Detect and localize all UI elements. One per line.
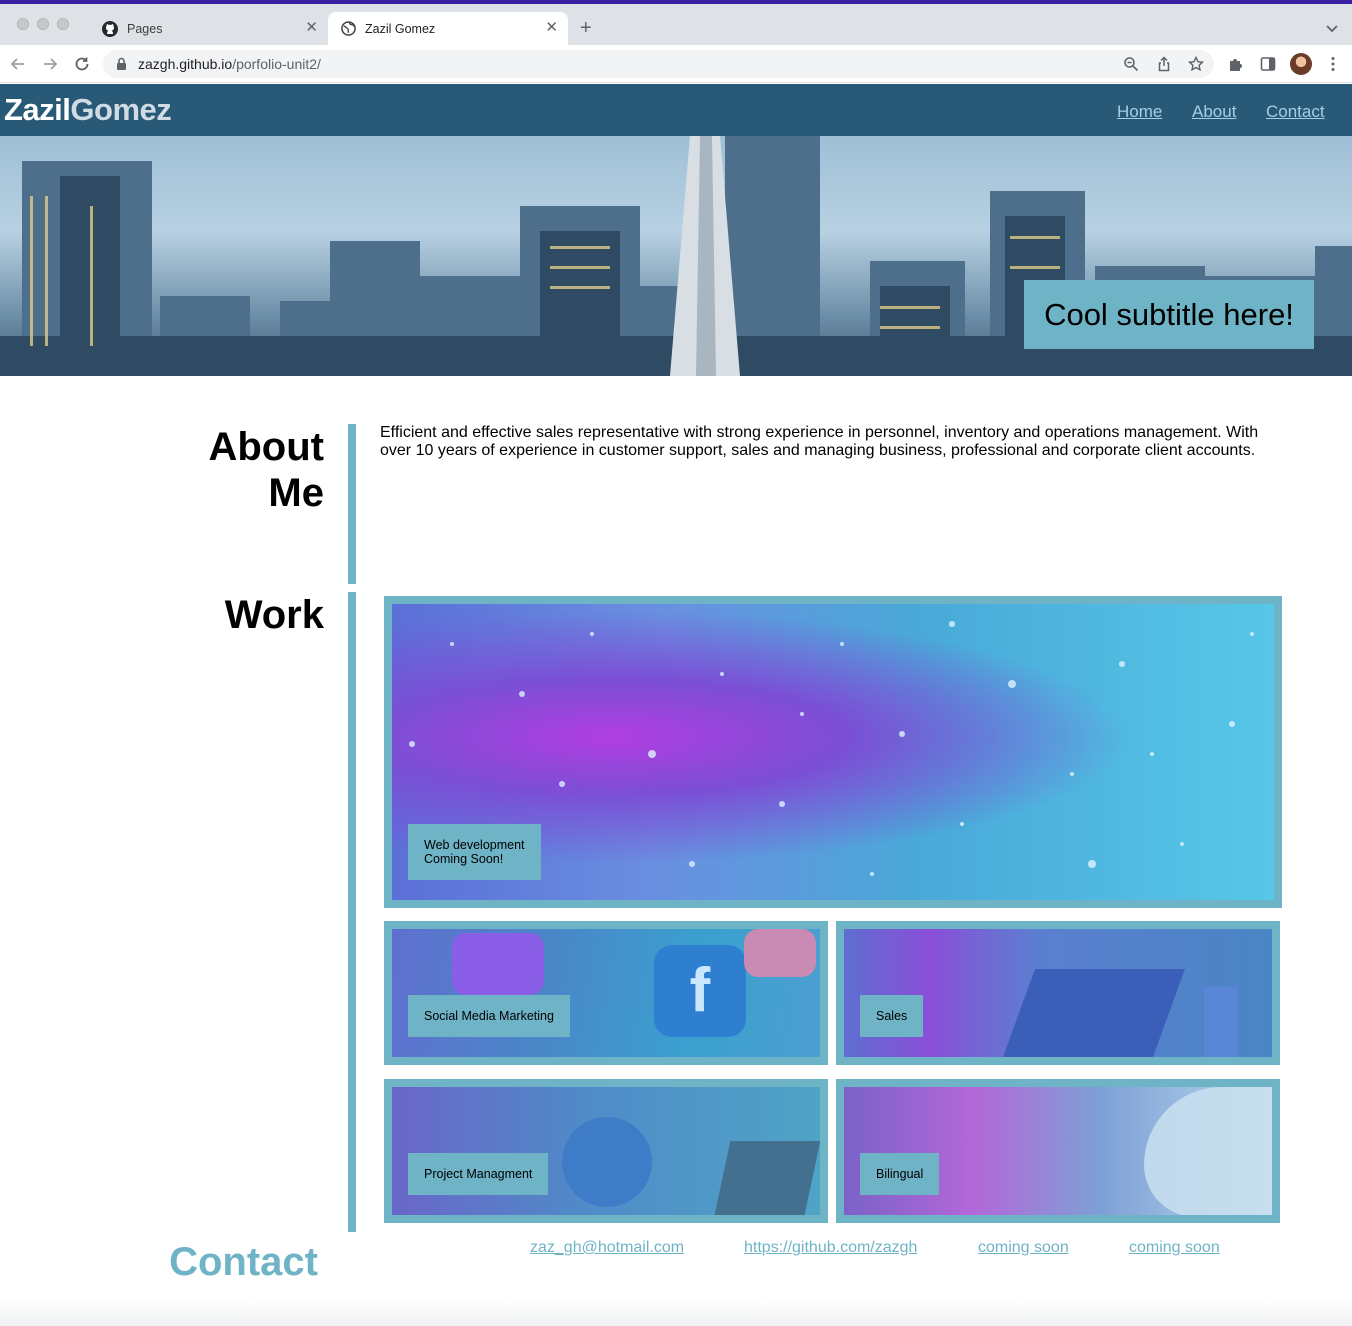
brand-last-name: Gomez <box>70 92 172 127</box>
url-path: /porfolio-unit2/ <box>232 56 321 72</box>
close-tab-icon[interactable]: ✕ <box>305 20 318 36</box>
bookmark-star-icon[interactable] <box>1187 55 1205 72</box>
tab-bar: Pages ✕ Zazil Gomez ✕ + <box>0 4 1352 45</box>
contact-email-link[interactable]: zaz_gh@hotmail.com <box>530 1239 684 1257</box>
url-text[interactable]: zazgh.github.io/porfolio-unit2/ <box>138 56 321 72</box>
globe-illustration <box>562 1117 652 1207</box>
lock-icon[interactable] <box>116 57 127 76</box>
site-header: ZazilGomez Home About Contact <box>0 84 1352 136</box>
social-media-label: Social Media Marketing <box>408 995 570 1037</box>
page-bottom-edge <box>0 1300 1352 1326</box>
facebook-app-icon: f <box>654 945 746 1037</box>
github-icon <box>102 20 118 37</box>
work-card-sales[interactable]: Sales <box>836 921 1280 1065</box>
window-close-control[interactable] <box>17 18 29 30</box>
hand-illustration <box>1144 1087 1272 1215</box>
window-minimize-control[interactable] <box>37 18 49 30</box>
contact-section-title: Contact <box>169 1240 318 1284</box>
about-description: Efficient and effective sales representa… <box>380 424 1259 459</box>
tab-title: Pages <box>127 21 163 36</box>
extensions-puzzle-icon[interactable] <box>1227 55 1245 73</box>
web-development-label: Web development Coming Soon! <box>408 824 541 880</box>
youtube-app-icon <box>744 929 816 977</box>
tab-zazil-gomez[interactable]: Zazil Gomez ✕ <box>328 12 568 45</box>
work-card-bilingual[interactable]: Bilingual <box>836 1079 1280 1223</box>
sales-image <box>844 929 1272 1057</box>
work-divider-bar <box>348 592 356 1232</box>
contact-placeholder-link-2[interactable]: coming soon <box>1129 1239 1220 1257</box>
about-title-line2: Me <box>268 471 324 515</box>
window-zoom-control[interactable] <box>57 18 69 30</box>
nav-link-home[interactable]: Home <box>1117 102 1162 122</box>
back-arrow-icon[interactable] <box>9 55 27 73</box>
work-card-featured[interactable]: Web development Coming Soon! <box>384 596 1282 908</box>
address-bar[interactable]: zazgh.github.io/porfolio-unit2/ <box>103 50 1214 78</box>
bilingual-image <box>844 1087 1272 1215</box>
url-host: zazgh.github.io <box>138 56 233 72</box>
close-tab-icon[interactable]: ✕ <box>545 20 558 36</box>
forward-arrow-icon[interactable] <box>41 55 59 73</box>
project-management-label: Project Managment <box>408 1153 549 1195</box>
about-title-line1: About <box>208 425 324 469</box>
brand-logo[interactable]: ZazilGomez <box>4 92 172 128</box>
new-tab-icon[interactable]: + <box>580 17 592 39</box>
data-center-illustration <box>1002 969 1186 1057</box>
hero-subtitle: Cool subtitle here! <box>1024 280 1314 349</box>
zoom-icon[interactable] <box>1123 56 1139 72</box>
chevron-down-icon[interactable] <box>1326 20 1338 38</box>
work-section-title: Work <box>224 593 324 637</box>
contact-github-link[interactable]: https://github.com/zazgh <box>744 1239 917 1257</box>
social-media-image: f <box>392 929 820 1057</box>
side-panel-icon[interactable] <box>1259 55 1277 73</box>
contact-placeholder-link-1[interactable]: coming soon <box>978 1239 1069 1257</box>
work-card-project-management[interactable]: Project Managment <box>384 1079 828 1223</box>
globe-icon <box>340 21 356 37</box>
web-development-label-line1: Web development <box>424 838 525 852</box>
profile-avatar[interactable] <box>1290 53 1312 75</box>
more-menu-icon[interactable] <box>1324 55 1342 73</box>
web-development-label-line2: Coming Soon! <box>424 852 504 866</box>
sales-label: Sales <box>860 995 924 1037</box>
bilingual-label: Bilingual <box>860 1153 940 1195</box>
nav-link-about[interactable]: About <box>1192 102 1236 122</box>
tab-title: Zazil Gomez <box>365 21 436 36</box>
tablet-illustration <box>713 1141 820 1215</box>
reload-icon[interactable] <box>73 55 91 73</box>
work-card-social-media[interactable]: f Social Media Marketing <box>384 921 828 1065</box>
tab-pages[interactable]: Pages ✕ <box>88 12 328 45</box>
share-icon[interactable] <box>1156 56 1172 72</box>
project-management-image <box>392 1087 820 1215</box>
twitter-app-icon <box>452 933 544 995</box>
server-illustration <box>1204 987 1238 1057</box>
about-divider-bar <box>348 424 356 584</box>
about-section-title: About Me <box>100 424 324 516</box>
brand-first-name: Zazil <box>4 92 71 127</box>
browser-toolbar: zazgh.github.io/porfolio-unit2/ <box>0 45 1352 83</box>
nav-link-contact[interactable]: Contact <box>1266 102 1325 122</box>
